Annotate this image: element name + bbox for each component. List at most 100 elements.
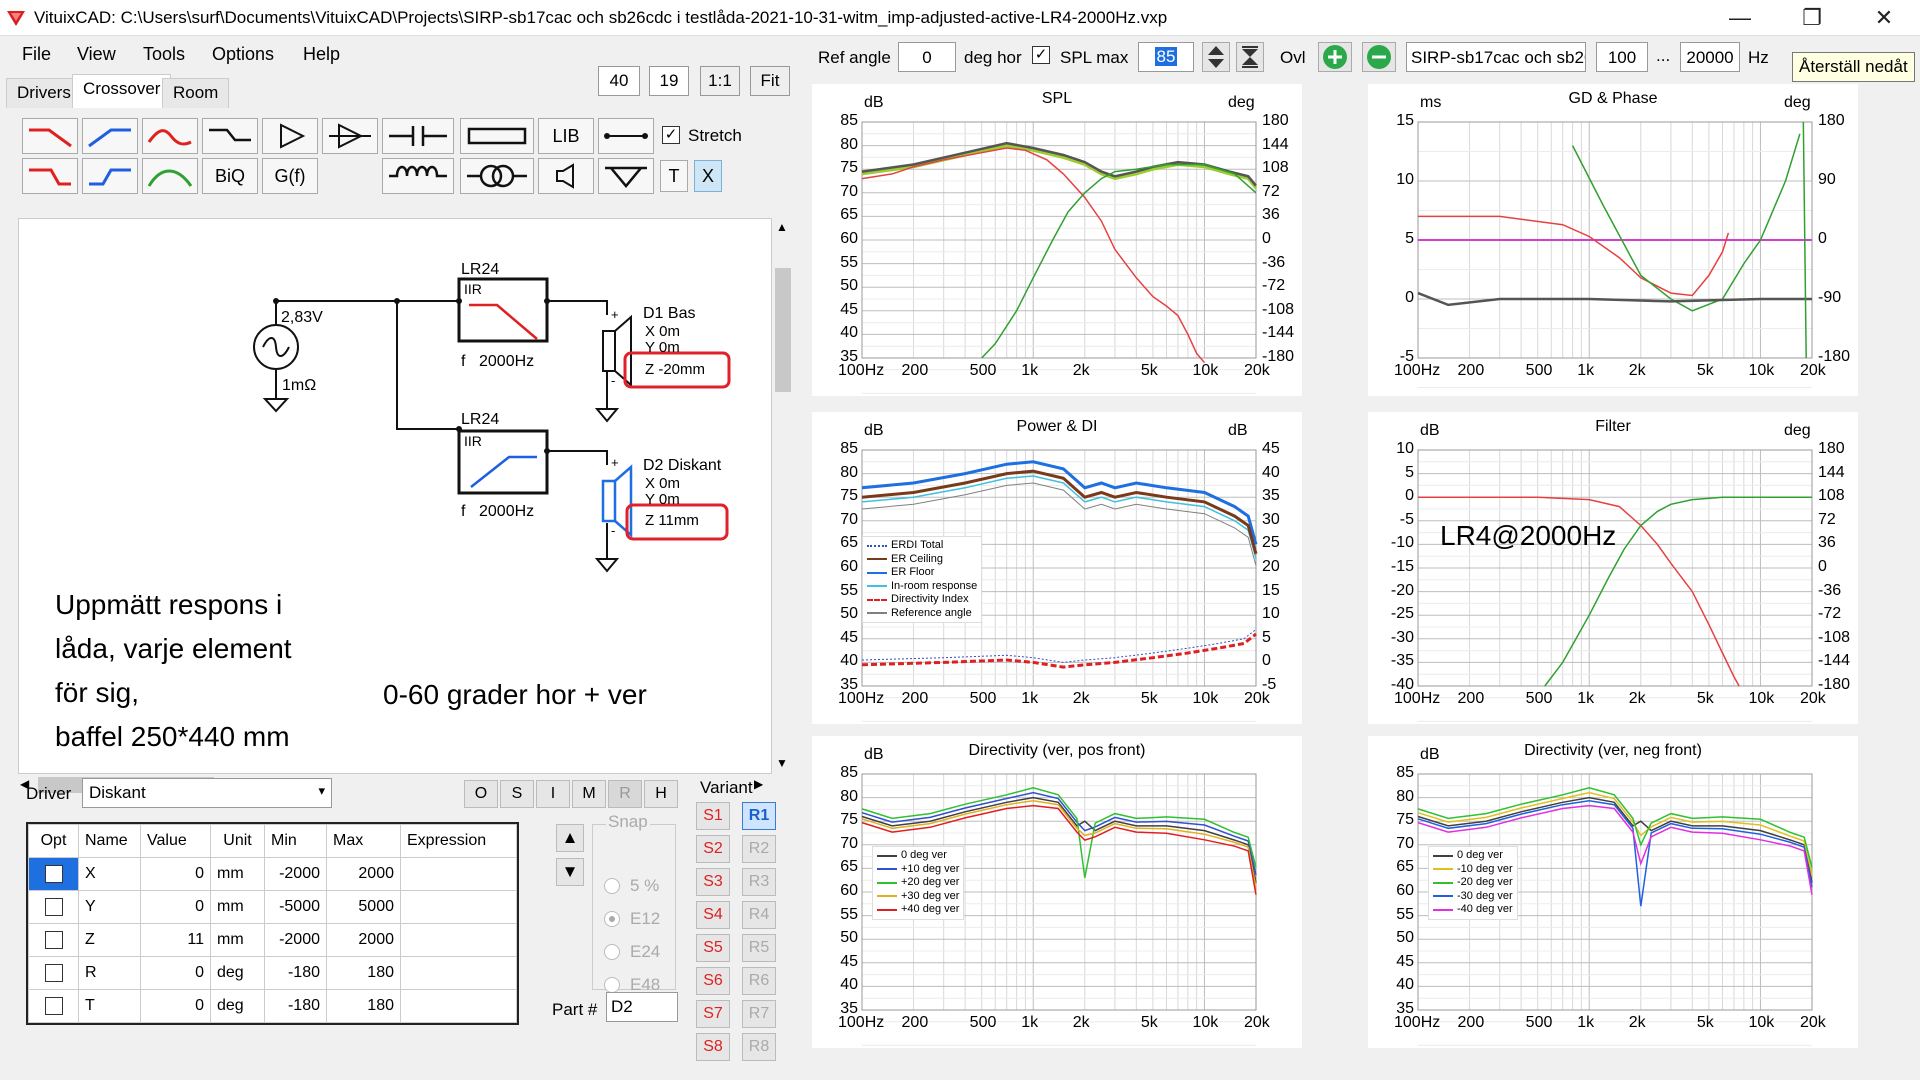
menu-file[interactable]: File [22,44,51,65]
param-max[interactable]: 180 [326,989,401,1023]
menu-help[interactable]: Help [303,44,340,65]
reset-tooltip[interactable]: Återställ nedåt [1792,52,1915,82]
driver-h-button[interactable]: H [644,780,678,808]
variant-s6-button[interactable]: S6 [696,967,730,995]
highpass-tool-button[interactable] [82,118,138,154]
allpass-lowpass-tool-button[interactable] [142,118,198,154]
driver-m-button[interactable]: M [572,780,606,808]
tab-crossover[interactable]: Crossover [72,74,172,108]
gf-button[interactable]: G(f) [262,158,318,194]
scroll-thumb[interactable] [775,268,791,392]
param-min[interactable]: -2000 [264,923,327,957]
gd-plot-panel[interactable]: GD & Phase ms deg 15 10 5 0 -5 180 90 0 -90 -180 100H… [1368,84,1858,565]
table-row[interactable]: Z 11 mm -2000 2000 [28,923,517,957]
ground-tool-button[interactable] [598,158,654,194]
param-value[interactable]: 0 [140,890,211,924]
param-value[interactable]: 11 [140,923,211,957]
param-min[interactable]: -180 [264,956,327,990]
opt-checkbox-cell[interactable] [28,890,79,924]
variant-r6-button[interactable]: R6 [742,967,776,995]
driver-o-button[interactable]: O [464,780,498,808]
variant-s5-button[interactable]: S5 [696,934,730,962]
variant-s1-button[interactable]: S1 [696,802,730,830]
menu-view[interactable]: View [77,44,116,65]
filter2-name[interactable]: LR24 [461,411,499,429]
driver-r-button[interactable]: R [608,780,642,808]
param-value[interactable]: 0 [140,956,211,990]
text-tool-button[interactable]: T [660,160,688,192]
param-min[interactable]: -2000 [264,857,327,891]
capacitor-tool-button[interactable] [382,118,454,154]
snap-radio[interactable] [604,911,620,927]
grid-size-field[interactable]: 40 [598,66,640,96]
wire-tool-button[interactable] [598,118,654,154]
variant-r2-button[interactable]: R2 [742,835,776,863]
tab-drivers[interactable]: Drivers [6,78,82,108]
freq-min-input[interactable]: 100 [1596,42,1648,72]
scroll-down-icon[interactable]: ▼ [776,756,788,770]
spl-max-checkbox[interactable]: ✓ [1032,46,1050,64]
variant-r7-button[interactable]: R7 [742,1000,776,1028]
library-button[interactable]: LIB [538,118,594,154]
snap-radio[interactable] [604,977,620,993]
overlay-name-input[interactable]: SIRP-sb17cac och sb26 [1406,42,1586,72]
table-row[interactable]: R 0 deg -180 180 [28,956,517,990]
menu-tools[interactable]: Tools [143,44,185,65]
zoom-fit-button[interactable]: Fit [750,66,790,96]
param-expression[interactable] [400,857,517,891]
dir-neg-plot-panel[interactable]: Directivity (ver, neg front) dB 85 80 75 70 65… [1368,736,1858,1070]
dir-pos-plot-panel[interactable]: Directivity (ver, pos front) dB 85 80 75 70 65… [812,736,1302,1070]
opt-checkbox[interactable] [44,963,63,982]
zoom-1to1-button[interactable]: 1:1 [700,66,740,96]
table-row[interactable]: T 0 deg -180 180 [28,989,517,1023]
driver-select[interactable]: Diskant ▾ [82,778,332,808]
biquad-button[interactable]: BiQ [202,158,258,194]
power-plot-panel[interactable]: Power & DI dB dB 85 80 75 70 65 60 55 50 45 40 35 45 40… [812,412,1302,911]
param-max[interactable]: 2000 [326,923,401,957]
scroll-up-icon[interactable]: ▲ [776,220,788,234]
spl-step-button[interactable] [1202,42,1230,72]
param-expression[interactable] [400,989,517,1023]
param-value[interactable]: 0 [140,989,211,1023]
opt-checkbox-cell[interactable] [28,923,79,957]
param-expression[interactable] [400,956,517,990]
buffer-tool-button[interactable] [322,118,378,154]
snap-radio[interactable] [604,944,620,960]
param-max[interactable]: 2000 [326,857,401,891]
resistor-tool-button[interactable] [460,118,534,154]
ref-angle-input[interactable]: 0 [898,42,956,72]
spl-auto-button[interactable] [1236,42,1264,72]
spl-plot-panel[interactable]: SPL dB deg 85 80 75 70 65 60 55 50 45 40 35 180 144 108 7… [812,84,1302,583]
table-row[interactable]: X 0 mm -2000 2000 [28,857,517,891]
move-down-button[interactable]: ▼ [556,858,584,886]
variant-s2-button[interactable]: S2 [696,835,730,863]
variant-r4-button[interactable]: R4 [742,901,776,929]
schematic-canvas[interactable]: 2,83V 1mΩ LR24 IIR f 2000Hz LR24 IIR f 2… [18,218,772,774]
stretch-checkbox[interactable]: ✓ [662,126,680,144]
opt-checkbox[interactable] [44,996,63,1015]
variant-s8-button[interactable]: S8 [696,1033,730,1061]
zoom-field[interactable]: 19 [649,66,689,96]
variant-r8-button[interactable]: R8 [742,1033,776,1061]
param-value[interactable]: 0 [140,857,211,891]
schematic-vertical-scrollbar[interactable]: ▲ ▼ [772,218,794,774]
table-row[interactable]: Y 0 mm -5000 5000 [28,890,517,924]
opt-checkbox[interactable] [44,897,63,916]
move-up-button[interactable]: ▲ [556,824,584,852]
param-expression[interactable] [400,923,517,957]
opt-checkbox[interactable] [44,930,63,949]
scroll-right-icon[interactable]: ▶ [754,777,763,791]
driver-s-button[interactable]: S [500,780,534,808]
param-expression[interactable] [400,890,517,924]
filter1-name[interactable]: LR24 [461,261,499,279]
menu-options[interactable]: Options [212,44,274,65]
opt-checkbox-cell[interactable] [28,989,79,1023]
remove-overlay-button[interactable] [1362,42,1396,72]
delete-tool-button[interactable]: X [694,160,722,192]
param-max[interactable]: 180 [326,956,401,990]
variant-s3-button[interactable]: S3 [696,868,730,896]
minimize-button[interactable]: — [1710,0,1770,36]
driver-i-button[interactable]: I [536,780,570,808]
param-max[interactable]: 5000 [326,890,401,924]
lowpass2-tool-button[interactable] [22,158,78,194]
